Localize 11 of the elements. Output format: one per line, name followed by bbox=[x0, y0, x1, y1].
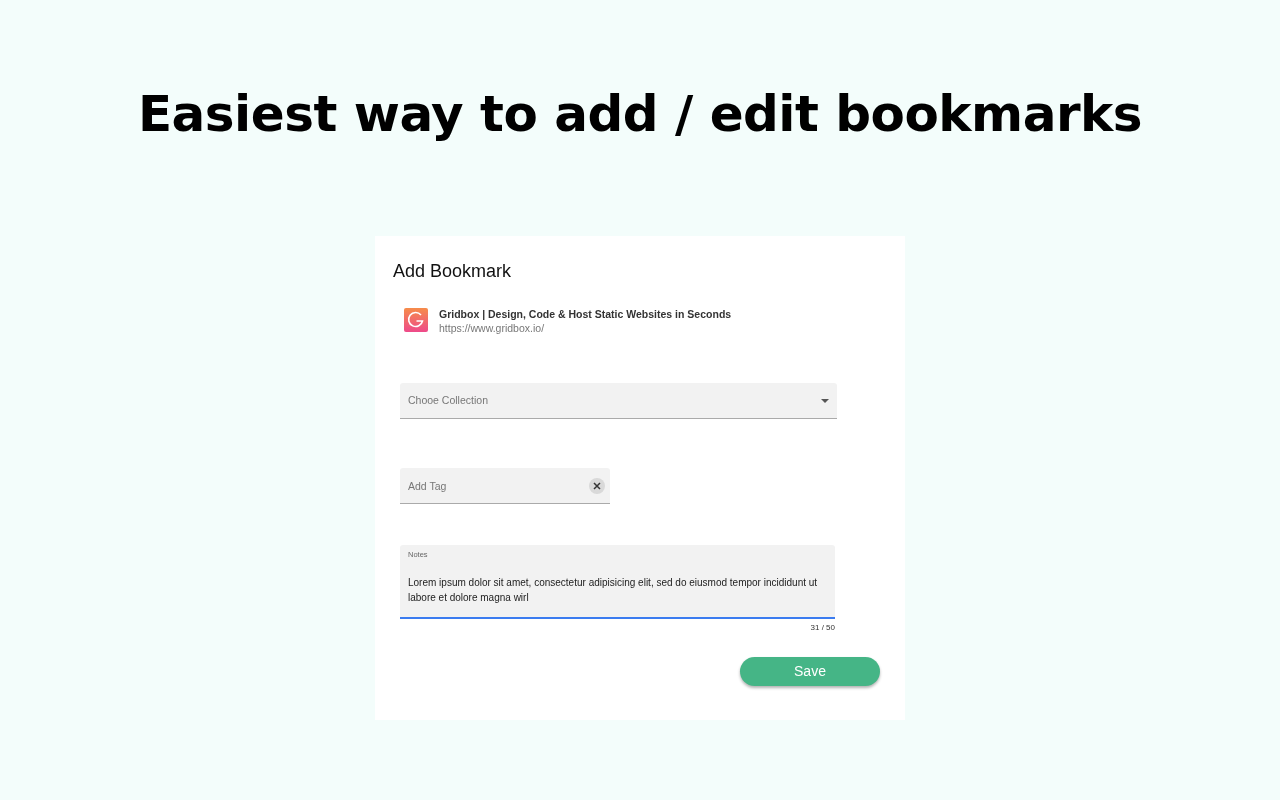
save-button[interactable]: Save bbox=[740, 657, 880, 686]
tag-field[interactable]: Add Tag bbox=[400, 468, 610, 504]
notes-text: Lorem ipsum dolor sit amet, consectetur adipisicing elit, sed do eiusmod tempor incididunt ut labore et dolore magna wirl bbox=[408, 576, 819, 605]
headline: Easiest way to add / edit bookmarks bbox=[137, 84, 1143, 145]
site-url: https://www.gridbox.io/ bbox=[439, 321, 546, 336]
character-counter: 31 / 50 bbox=[809, 623, 835, 633]
caret-icon bbox=[821, 398, 829, 403]
site-title: Gridbox | Design, Code & Host Static Websites in Seconds bbox=[439, 307, 732, 321]
site-favicon bbox=[404, 308, 428, 332]
dialog-title: Add Bookmark bbox=[393, 260, 513, 282]
collection-dropdown[interactable]: Chooe Collection bbox=[400, 383, 837, 419]
